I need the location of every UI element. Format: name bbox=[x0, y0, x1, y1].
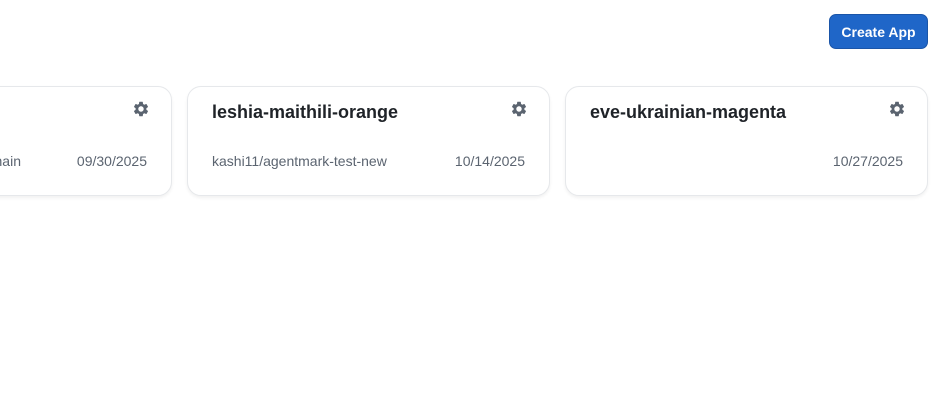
create-app-button-label: Create App bbox=[841, 23, 916, 40]
app-card-repo: kashi11/agentmark-test-new bbox=[212, 153, 387, 169]
app-card-date: 09/30/2025 bbox=[76, 153, 147, 169]
gear-icon[interactable] bbox=[510, 100, 528, 118]
app-card-repo: main bbox=[0, 153, 21, 169]
apps-page: Create App ket main 09/30/2025 leshia-ma… bbox=[0, 0, 942, 420]
gear-icon[interactable] bbox=[888, 100, 906, 118]
app-card[interactable]: ket main 09/30/2025 bbox=[0, 86, 172, 196]
app-card-date: 10/27/2025 bbox=[832, 153, 903, 169]
app-card[interactable]: leshia-maithili-orange kashi11/agentmark… bbox=[187, 86, 550, 196]
app-card[interactable]: eve-ukrainian-magenta 10/27/2025 bbox=[565, 86, 928, 196]
app-card-date: 10/14/2025 bbox=[454, 153, 525, 169]
create-app-button[interactable]: Create App bbox=[829, 14, 928, 49]
gear-icon[interactable] bbox=[132, 100, 150, 118]
app-card-name[interactable]: leshia-maithili-orange bbox=[212, 102, 398, 123]
app-card-name[interactable]: eve-ukrainian-magenta bbox=[590, 102, 786, 123]
